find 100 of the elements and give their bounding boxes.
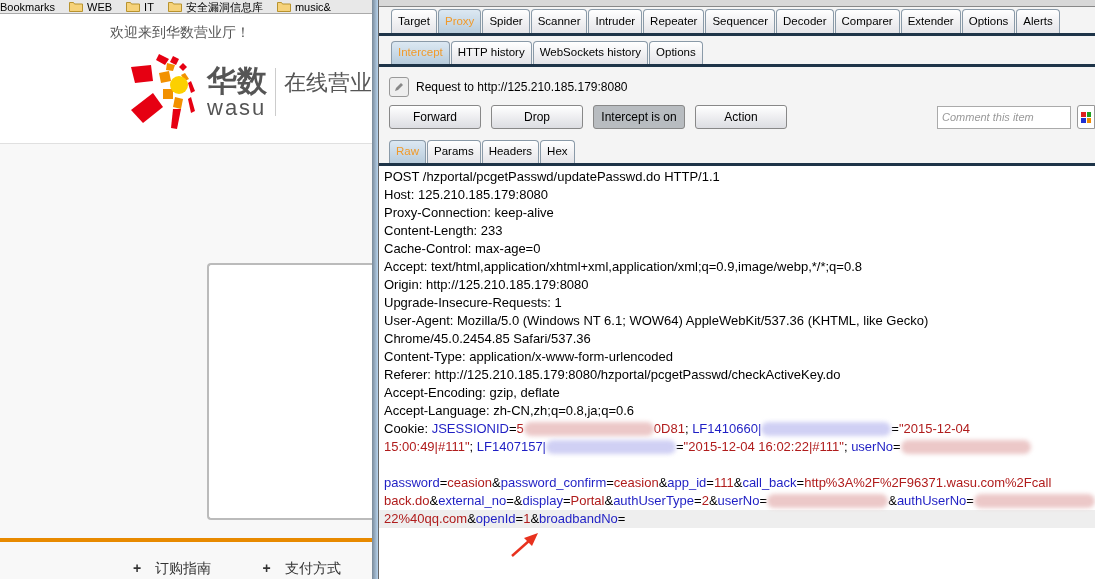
parameter-name: display (522, 492, 563, 511)
request-text: & (530, 510, 540, 529)
parameter-value: 0D81 (653, 420, 685, 439)
parameter-name: password_confirm (500, 474, 607, 493)
request-text: Cache-Control: max-age=0 (384, 240, 541, 259)
parameter-value: "2015-12-04 16:02:22|#111" (683, 438, 844, 457)
action-button[interactable]: Action (695, 105, 787, 129)
request-text: =& (506, 492, 523, 511)
request-text: ; (684, 420, 690, 439)
bookmark-link[interactable]: WEB (87, 0, 113, 14)
request-text: = (617, 510, 626, 529)
request-text: = (759, 492, 768, 511)
parameter-name: password (384, 474, 440, 493)
parameter-name: broadbandNo (539, 510, 618, 529)
bookmark-link[interactable]: Bookmarks (0, 0, 56, 14)
parameter-value: "2015-12-04 (898, 420, 971, 439)
bookmark-link[interactable]: 安全漏洞信息库 (185, 0, 263, 14)
parameter-name: openId (475, 510, 516, 529)
request-text: Origin: http://125.210.185.179:8080 (384, 276, 589, 295)
request-text: User-Agent: Mozilla/5.0 (Windows NT 6.1; WOW64) AppleWebKit/537.36 (KHTML, like Gecko) (384, 312, 929, 331)
tab[interactable]: Options (961, 9, 1016, 33)
tab[interactable]: Target (391, 9, 437, 33)
bookmark-link[interactable]: music& (294, 0, 331, 14)
parameter-value: 2 (701, 492, 709, 511)
request-target: Request to http://125.210.185.179:8080 (416, 79, 628, 96)
parameter-value: ceasion (613, 474, 659, 493)
request-text: & (429, 492, 439, 511)
request-text: Content-Type: application/x-www-form-urlencoded (384, 348, 673, 367)
parameter-name: LF1407157| (476, 438, 546, 457)
request-text: = (966, 492, 974, 511)
request-text: Cookie: (384, 420, 430, 439)
tab[interactable]: Headers (481, 140, 540, 163)
parameter-value: back.do (384, 492, 430, 511)
parameter-name: authUserNo (896, 492, 967, 511)
request-text: = (676, 438, 684, 457)
request-text: Host: 125.210.185.179:8080 (384, 186, 549, 205)
color-picker-icon[interactable] (1077, 105, 1095, 129)
plus-icon: + (262, 558, 271, 579)
request-text: Content-Length: 233 (384, 222, 503, 241)
logo-text: 华数 (207, 65, 267, 97)
tab[interactable]: Comparer (834, 9, 900, 33)
request-text: ; (469, 438, 475, 457)
request-text: & (733, 474, 743, 493)
parameter-value: Portal (570, 492, 605, 511)
tab[interactable]: Options (649, 41, 703, 64)
plus-icon: + (133, 558, 142, 579)
request-text: Chrome/45.0.2454.85 Safari/537.36 (384, 330, 591, 349)
tab[interactable]: Sequencer (705, 9, 776, 33)
parameter-value: ceasion (447, 474, 493, 493)
tab[interactable]: Spider (482, 9, 530, 33)
pencil-icon[interactable] (389, 77, 409, 97)
tab[interactable]: WebSockets history (532, 41, 649, 64)
parameter-value: 1 (523, 510, 531, 529)
comment-field[interactable]: Comment this item (937, 105, 1071, 129)
parameter-name: external_no (438, 492, 507, 511)
footer-link[interactable]: 支付方式 (284, 558, 341, 579)
folder-icon (126, 1, 141, 12)
tab[interactable]: Decoder (776, 9, 834, 33)
parameter-name: JSESSIONID (431, 420, 509, 439)
request-text: = (893, 438, 901, 457)
footer-link[interactable]: 订购指南 (155, 558, 212, 579)
request-text: & (604, 492, 614, 511)
action-button[interactable]: Drop (491, 105, 583, 129)
tab[interactable]: Hex (540, 140, 575, 163)
request-text: Proxy-Connection: keep-alive (384, 204, 554, 223)
request-text: = (891, 420, 899, 439)
parameter-name: userNo (717, 492, 760, 511)
request-editor[interactable] (379, 166, 1095, 579)
tab[interactable]: Intruder (588, 9, 643, 33)
tab[interactable]: Extender (900, 9, 961, 33)
request-text: & (492, 474, 501, 493)
request-text: Referer: http://125.210.185.179:8080/hzportal/pcgetPasswd/checkActiveKey.do (384, 366, 841, 385)
request-text: & (888, 492, 897, 511)
request-text: & (708, 492, 718, 511)
folder-icon (276, 1, 291, 12)
action-button[interactable]: Forward (389, 105, 481, 129)
parameter-value: 111 (713, 474, 734, 493)
tab[interactable]: Params (427, 140, 481, 163)
request-text: Accept-Language: zh-CN,zh;q=0.8,ja;q=0.6 (384, 402, 635, 421)
request-text: = (439, 474, 448, 493)
tab[interactable]: Alerts (1016, 9, 1060, 33)
parameter-value: 5 (516, 420, 524, 439)
welcome-text: 欢迎来到华数营业厅！ (110, 23, 251, 42)
request-text: = (796, 474, 805, 493)
request-text: Upgrade-Insecure-Requests: 1 (384, 294, 562, 313)
tab[interactable]: HTTP history (450, 41, 532, 64)
parameter-name: userNo (851, 438, 894, 457)
bookmark-link[interactable]: IT (144, 0, 154, 14)
request-text: = (706, 474, 714, 493)
logo-text: wasu (207, 97, 267, 119)
request-text: & (467, 510, 476, 529)
request-text: = (509, 420, 517, 439)
logo-tagline: 在线营业 (284, 68, 372, 97)
folder-icon (167, 1, 182, 12)
request-text: POST /hzportal/pcgetPasswd/updatePasswd.do HTTP/1.1 (384, 168, 720, 187)
tab[interactable]: Repeater (643, 9, 705, 33)
tab[interactable]: Scanner (530, 9, 588, 33)
annotation-arrow (510, 532, 540, 558)
action-button[interactable]: Intercept is on (593, 105, 685, 129)
parameter-name: app_id (667, 474, 707, 493)
